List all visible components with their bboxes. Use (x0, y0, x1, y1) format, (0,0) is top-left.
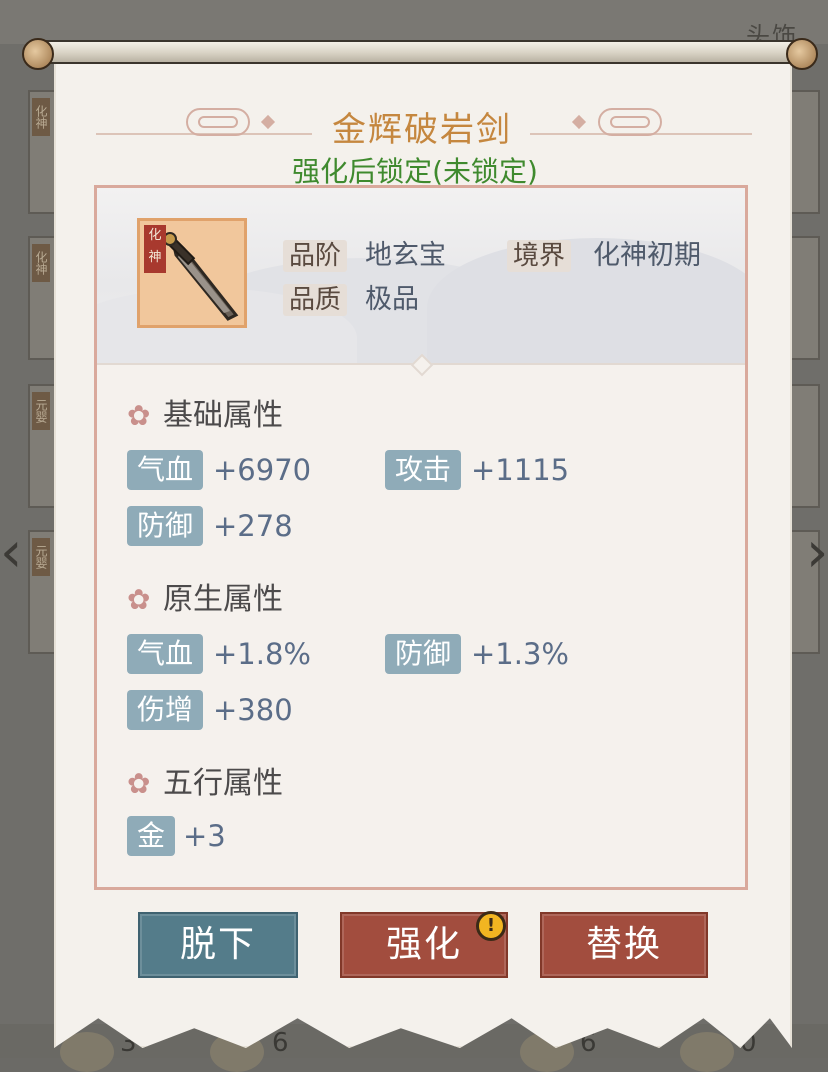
stat-tag-hp: 气血 (127, 634, 204, 674)
background-equip-slot: 元婴 (28, 384, 58, 508)
item-summary-header: 化神 品阶 地玄宝 境界 化神初期 品质 极品 (97, 188, 745, 363)
sword-icon (162, 232, 239, 321)
scroll-rod-knob (22, 38, 54, 70)
section-title: 五行属性 (163, 766, 283, 801)
item-info-panel: 化神 品阶 地玄宝 境界 化神初期 品质 极品 ✿ 基础属性 气血 +6970 攻… (94, 185, 748, 890)
scroll-rod-knob (786, 38, 818, 70)
background-equip-slot (790, 236, 820, 360)
stat-tag-damage-bonus: 伤增 (127, 690, 204, 730)
item-icon[interactable]: 化神 (137, 218, 247, 328)
element-count: 6 (272, 1028, 289, 1058)
background-equip-slot: 化神 (28, 236, 58, 360)
stat-tag-defense: 防御 (127, 506, 204, 546)
realm-value: 化神初期 (593, 240, 701, 271)
unequip-button[interactable]: 脱下 (138, 912, 298, 978)
quality-value: 极品 (365, 284, 419, 315)
slot-realm-tag: 元婴 (32, 538, 50, 576)
stat-value-damage-bonus: +380 (213, 693, 293, 727)
stat-value-hp: +6970 (213, 453, 312, 487)
stat-tag-metal: 金 (127, 816, 176, 856)
background-equip-slot: 元婴 (28, 530, 58, 654)
grade-value: 地玄宝 (365, 240, 446, 271)
flower-icon: ✿ (127, 583, 151, 616)
item-name: 金辉破岩剑 (332, 110, 512, 150)
section-base-attributes: ✿ 基础属性 (127, 396, 283, 436)
background-equip-slot (790, 384, 820, 508)
item-realm-tag: 化神 (144, 225, 166, 273)
section-native-attributes: ✿ 原生属性 (127, 580, 283, 620)
section-element-attributes: ✿ 五行属性 (127, 764, 283, 804)
replace-button[interactable]: 替换 (540, 912, 708, 978)
slot-realm-tag: 元婴 (32, 392, 50, 430)
stat-value-hp: +1.8% (213, 637, 311, 671)
alert-icon: ! (476, 911, 506, 941)
stat-value-defense: +278 (213, 509, 293, 543)
scroll-rod (28, 40, 816, 64)
stat-value-attack: +1115 (471, 453, 570, 487)
flower-icon: ✿ (127, 767, 151, 800)
stat-tag-hp: 气血 (127, 450, 204, 490)
grade-label: 品阶 (283, 240, 348, 272)
earth-element-icon (680, 1032, 734, 1072)
stat-value-defense: +1.3% (471, 637, 569, 671)
stat-tag-attack: 攻击 (385, 450, 462, 490)
section-title: 基础属性 (163, 398, 283, 433)
chevron-right-icon: › (806, 520, 828, 585)
stat-value-metal: +3 (183, 819, 226, 853)
realm-label: 境界 (507, 240, 572, 272)
background-top-strip: 头饰 (0, 0, 828, 50)
slot-realm-tag: 化神 (32, 244, 50, 282)
chevron-left-icon: ‹ (0, 520, 23, 585)
quality-label: 品质 (283, 284, 348, 316)
flower-icon: ✿ (127, 399, 151, 432)
stat-tag-defense: 防御 (385, 634, 462, 674)
lock-status[interactable]: 强化后锁定(未锁定) (0, 150, 828, 190)
section-title: 原生属性 (163, 582, 283, 617)
